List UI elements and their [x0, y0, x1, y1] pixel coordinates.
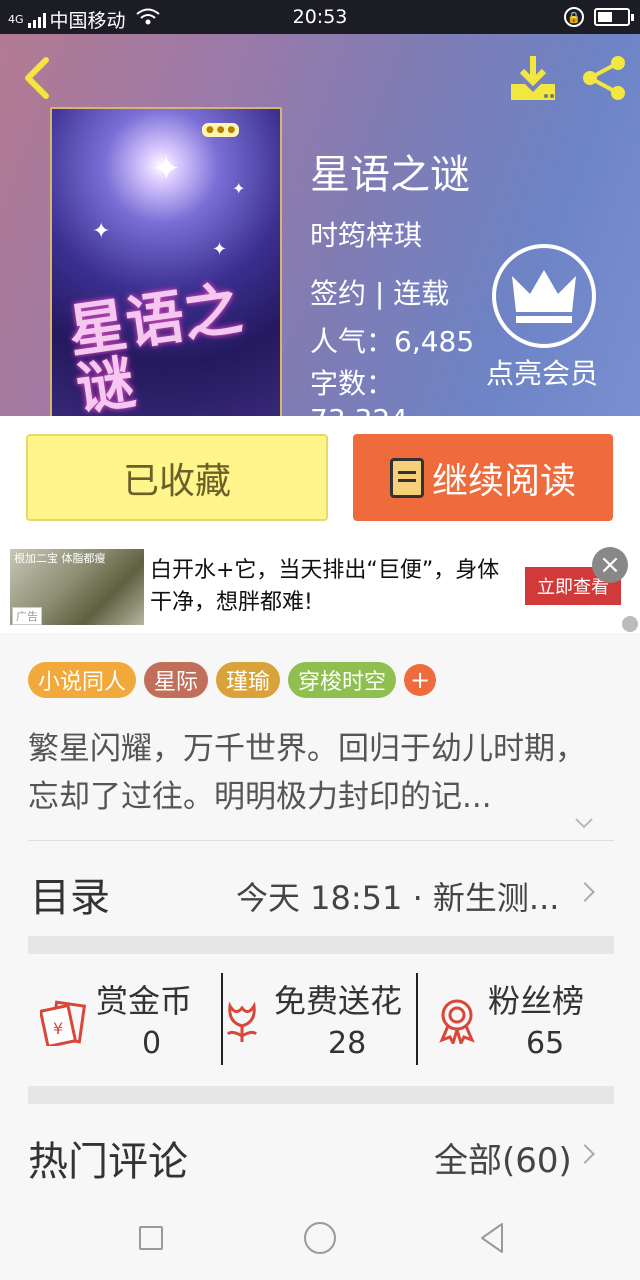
section-separator — [28, 1086, 614, 1104]
fan-ranking[interactable]: 粉丝榜 65 — [436, 976, 616, 1066]
svg-text:¥: ¥ — [53, 1019, 63, 1038]
download-icon[interactable] — [508, 54, 558, 102]
ad-image-text: 根加二宝 体脂都瘦 — [14, 552, 106, 565]
clock: 20:53 — [292, 6, 348, 28]
ad-text[interactable]: 白开水+它，当天排出“巨便”，身体干净，想胖都难! — [150, 555, 510, 619]
book-summary[interactable]: 繁星闪耀，万千世界。回归于幼儿时期，忘却了过往。明明极力封印的记... — [28, 725, 608, 821]
recent-apps-icon[interactable] — [139, 1226, 163, 1250]
book-author[interactable]: 时筠梓琪 — [310, 214, 422, 254]
share-icon[interactable] — [580, 54, 628, 102]
book-detail-content: 小说同人 星际 瑾瑜 穿梭时空 + 繁星闪耀，万千世界。回归于幼儿时期，忘却了过… — [0, 633, 640, 1200]
cover-title: 星语之谜 — [64, 274, 246, 416]
book-popularity: 人气：6,485 — [310, 325, 475, 358]
book-icon — [389, 457, 424, 498]
section-separator — [28, 936, 614, 954]
status-bar: 4G 中国移动 20:53 🔒 — [0, 0, 640, 34]
book-header: ● ● ● ✦ ✦ ✦ ✦ 星语之谜 星语之谜 时筠梓琪 签约 | 连载 人气：… — [0, 34, 640, 416]
toc-latest-chapter[interactable]: 今天 18:51 · 新生测... — [236, 873, 559, 919]
book-title: 星语之谜 — [310, 152, 470, 198]
member-button[interactable] — [492, 244, 596, 348]
reward-coins-value: 0 — [142, 1026, 162, 1061]
star-icon: ✦ — [212, 239, 228, 260]
fan-ranking-value: 65 — [526, 1026, 565, 1061]
reward-coins-label: 赏金币 — [96, 982, 193, 1020]
reward-coins[interactable]: ¥ 赏金币 0 — [40, 976, 220, 1066]
book-cover[interactable]: ● ● ● ✦ ✦ ✦ ✦ 星语之谜 — [50, 107, 282, 416]
member-label[interactable]: 点亮会员 — [486, 352, 598, 392]
free-flowers-value: 28 — [328, 1026, 367, 1061]
chevron-down-icon[interactable] — [574, 813, 594, 833]
fan-ranking-label: 粉丝榜 — [488, 982, 585, 1020]
tag[interactable]: 瑾瑜 — [216, 662, 281, 698]
home-icon[interactable] — [304, 1222, 336, 1254]
star-icon: ✦ — [152, 149, 181, 189]
book-word-count: 字数：73,324 — [310, 367, 408, 416]
tag[interactable]: 穿梭时空 — [288, 662, 397, 698]
red-envelope-icon: ¥ — [40, 1000, 87, 1046]
free-flowers-label: 免费送花 — [274, 982, 403, 1020]
ad-info-icon[interactable] — [622, 616, 638, 632]
collected-button[interactable]: 已收藏 — [26, 434, 328, 521]
hot-comments-label: 热门评论 — [28, 1139, 188, 1185]
back-arrow-icon[interactable] — [18, 56, 58, 100]
medal-icon — [439, 999, 475, 1044]
book-status: 签约 | 连载 — [310, 277, 450, 310]
ad-banner[interactable]: 根加二宝 体脂都瘦 广告 白开水+它，当天排出“巨便”，身体干净，想胖都难! 立… — [0, 541, 640, 633]
flower-icon — [226, 1001, 258, 1042]
system-nav-bar — [0, 1200, 640, 1280]
close-ad-icon[interactable]: × — [592, 547, 628, 583]
add-tag-button[interactable]: + — [404, 664, 437, 696]
toc-label[interactable]: 目录 — [30, 865, 110, 923]
tag[interactable]: 星际 — [144, 662, 209, 698]
battery-icon — [594, 8, 634, 26]
ad-label: 广告 — [12, 607, 42, 625]
tag-list: 小说同人 星际 瑾瑜 穿梭时空 + — [28, 662, 437, 698]
chevron-right-icon[interactable] — [575, 1144, 595, 1164]
back-triangle-icon[interactable] — [478, 1222, 506, 1254]
tag[interactable]: 小说同人 — [28, 662, 137, 698]
continue-reading-label: 继续阅读 — [431, 460, 576, 502]
continue-reading-button[interactable]: 继续阅读 — [353, 434, 613, 521]
status-right: 🔒 — [564, 7, 634, 27]
star-icon: ✦ — [232, 179, 246, 198]
chevron-right-icon[interactable] — [575, 882, 595, 902]
crown-icon — [512, 270, 576, 323]
rotation-lock-icon: 🔒 — [564, 7, 584, 27]
divider — [28, 840, 614, 841]
star-icon: ✦ — [92, 219, 111, 244]
free-flowers[interactable]: 免费送花 28 — [222, 976, 418, 1066]
all-comments-link[interactable]: 全部(60) — [434, 1133, 572, 1182]
cover-publisher-badge: ● ● ● — [202, 123, 240, 137]
stat-divider — [416, 973, 418, 1065]
